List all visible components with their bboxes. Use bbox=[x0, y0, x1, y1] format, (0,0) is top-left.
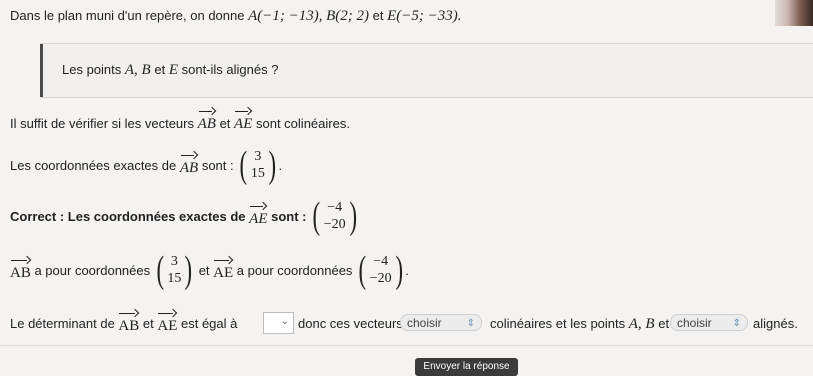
intro-line: Dans le plan muni d'un repère, on donne … bbox=[10, 8, 462, 25]
step1-suffix: sont colinéaires. bbox=[256, 116, 350, 131]
point-a: A(−1; −13), bbox=[248, 8, 323, 24]
ab-coordinates: ( 3 15 ) bbox=[156, 249, 193, 291]
step2-prefix: Les coordonnées exactes de bbox=[10, 157, 177, 173]
point-b: B(2; 2) bbox=[326, 8, 370, 24]
aligned-select[interactable]: choisir ⇕ bbox=[670, 314, 748, 331]
step4-text1: a pour coordonnées bbox=[34, 262, 151, 278]
corner-thumbnail-image bbox=[775, 0, 813, 26]
collinear-select[interactable]: choisir ⇕ bbox=[400, 314, 482, 331]
step2-line: Les coordonnées exactes de AB sont : ( 3… bbox=[10, 146, 282, 184]
question-prefix: Les points bbox=[62, 62, 122, 77]
step4-text2: a pour coordonnées bbox=[236, 262, 353, 278]
step4-end: . bbox=[405, 262, 409, 278]
vector-ab: AB bbox=[198, 109, 216, 133]
submit-button[interactable]: Envoyer la réponse bbox=[415, 358, 518, 376]
updown-icon: ⇕ bbox=[466, 318, 475, 329]
step3-line: Correct : Les coordonnées exactes de AE … bbox=[10, 197, 359, 235]
step5-text3: colinéaires et les points bbox=[490, 316, 626, 331]
vector-ab: AB bbox=[118, 311, 139, 335]
ae-x: −4 bbox=[327, 200, 343, 215]
question-text: Les points A, B et E sont-ils alignés ? bbox=[62, 62, 278, 79]
step1-et: et bbox=[219, 116, 231, 131]
step3-prefix: Correct : Les coordonnées exactes de bbox=[10, 208, 246, 224]
vector-ae: AE bbox=[213, 258, 233, 282]
updown-icon: ⇕ bbox=[732, 318, 741, 329]
question-et: et bbox=[154, 62, 166, 77]
vector-ae: AE bbox=[249, 204, 267, 228]
step3-suffix: sont : bbox=[271, 208, 307, 224]
question-points: A, B bbox=[124, 62, 151, 78]
step4-line: AB a pour coordonnées ( 3 15 ) et AE a po… bbox=[10, 251, 409, 289]
ab-x: 3 bbox=[254, 149, 262, 164]
chevron-down-icon: ⌄ bbox=[280, 316, 289, 327]
aligned-select-value: choisir bbox=[677, 316, 712, 330]
ab-y: 15 bbox=[250, 166, 265, 181]
intro-et: et bbox=[372, 8, 384, 23]
collinear-select-value: choisir bbox=[407, 316, 442, 330]
step2-suffix: sont : bbox=[201, 157, 234, 173]
step5-mid2: donc ces vecteurs bbox=[298, 316, 403, 331]
step5-et: et bbox=[142, 315, 154, 331]
ab-coordinates: ( 3 15 ) bbox=[239, 144, 277, 186]
step5-et2: et bbox=[658, 316, 670, 331]
ae-coordinates: ( −4 −20 ) bbox=[358, 249, 403, 291]
intro-text: Dans le plan muni d'un repère, on donne bbox=[10, 8, 245, 23]
step5-suffix: alignés. bbox=[753, 316, 798, 331]
vector-ae: AE bbox=[157, 311, 177, 335]
question-point-e: E bbox=[168, 62, 178, 78]
ae-y: −20 bbox=[323, 217, 346, 232]
ae-coordinates: ( −4 −20 ) bbox=[312, 195, 357, 237]
step1-prefix: Il suffit de vérifier si les vecteurs bbox=[10, 116, 194, 131]
step2-end: . bbox=[278, 157, 283, 173]
step5-mid: est égal à bbox=[180, 315, 238, 331]
step1-line: Il suffit de vérifier si les vecteurs AB… bbox=[10, 109, 350, 133]
step5-text3-line: colinéaires et les points A, B et E bbox=[490, 316, 682, 333]
question-suffix: sont-ils alignés ? bbox=[181, 62, 279, 77]
step4-et: et bbox=[198, 262, 210, 278]
question-box: Les points A, B et E sont-ils alignés ? bbox=[40, 43, 813, 98]
vector-ae: AE bbox=[234, 109, 252, 133]
vector-ab: AB bbox=[10, 258, 31, 282]
divider bbox=[0, 345, 813, 346]
point-e: E(−5; −33). bbox=[387, 8, 462, 24]
determinant-dropdown[interactable]: ⌄ bbox=[263, 312, 294, 334]
step5-points: A, B bbox=[628, 316, 655, 332]
step5-prefix: Le déterminant de bbox=[10, 315, 115, 331]
vector-ab: AB bbox=[180, 153, 198, 177]
